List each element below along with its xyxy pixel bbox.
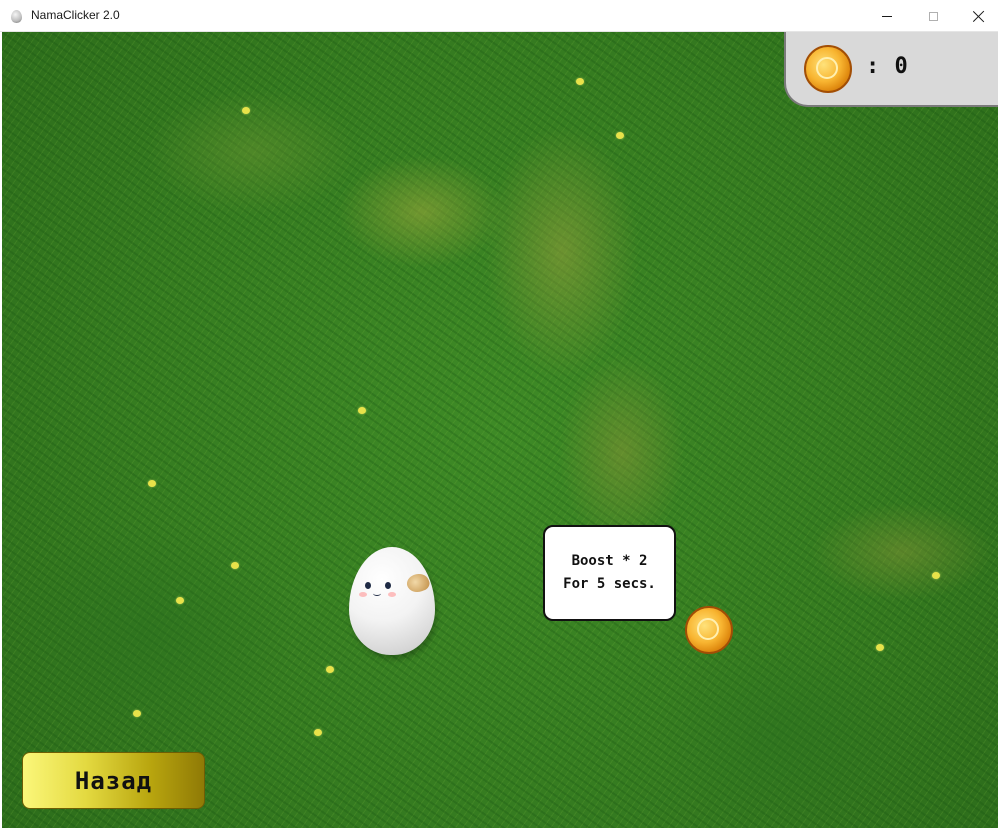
close-icon [973, 10, 985, 22]
flower-decoration [176, 597, 184, 604]
flower-decoration [133, 710, 141, 717]
egg-mouth [373, 591, 381, 596]
flower-decoration [326, 666, 334, 673]
boost-info-box: Boost * 2 For 5 secs. [543, 525, 676, 621]
coin-counter-panel: : 0 [784, 32, 998, 107]
window-title: NamaClicker 2.0 [31, 8, 120, 22]
egg-blush [359, 592, 367, 597]
close-button[interactable] [956, 0, 998, 32]
maximize-button[interactable] [910, 0, 956, 32]
flower-decoration [231, 562, 239, 569]
boost-duration-text: For 5 secs. [563, 576, 656, 592]
flower-decoration [876, 644, 884, 651]
egg-eye [365, 582, 371, 589]
egg-wing [404, 570, 432, 596]
app-window: NamaClicker 2.0 : 0 Boost * 2 For 5 secs… [0, 0, 998, 828]
maximize-icon [928, 11, 938, 21]
egg-blush [388, 592, 396, 597]
boost-multiplier-text: Boost * 2 [571, 553, 648, 569]
minimize-icon [882, 15, 892, 17]
flower-decoration [932, 572, 940, 579]
gold-coin-icon [804, 45, 852, 93]
back-button[interactable]: Назад [22, 752, 205, 809]
minimize-button[interactable] [864, 0, 910, 32]
boost-coin-button[interactable] [685, 606, 733, 654]
egg-eye [385, 582, 391, 589]
title-bar[interactable]: NamaClicker 2.0 [0, 0, 998, 32]
game-field[interactable]: : 0 Boost * 2 For 5 secs. Назад [2, 32, 998, 828]
flower-decoration [148, 480, 156, 487]
coin-count: : 0 [866, 54, 909, 79]
egg-character[interactable] [349, 547, 435, 655]
flower-decoration [576, 78, 584, 85]
egg-app-icon [11, 10, 22, 23]
flower-decoration [616, 132, 624, 139]
flower-decoration [314, 729, 322, 736]
flower-decoration [242, 107, 250, 114]
flower-decoration [358, 407, 366, 414]
